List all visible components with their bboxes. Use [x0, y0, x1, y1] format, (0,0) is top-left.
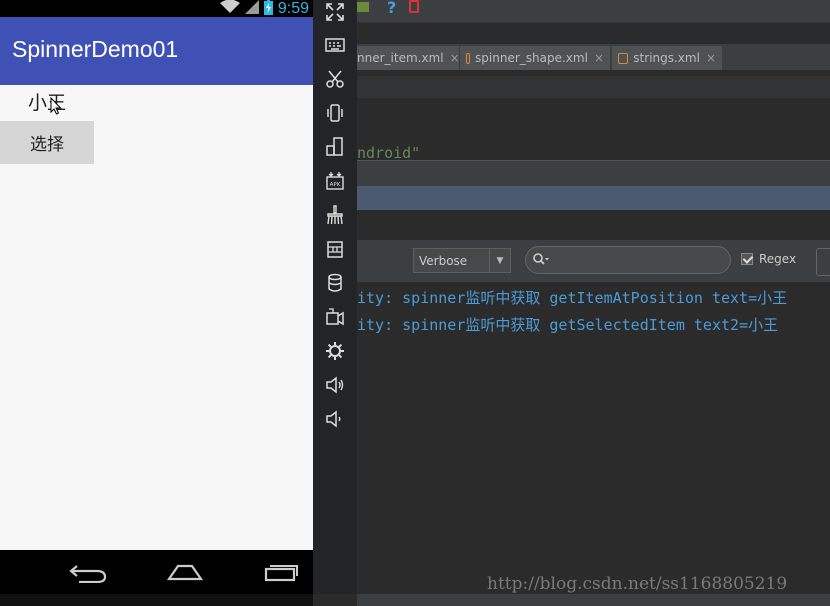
status-time: 9:59 [277, 0, 309, 17]
logcat-output[interactable]: ity: spinner监听中获取 getItemAtPosition text… [357, 282, 830, 594]
app-bar: SpinnerDemo01 [0, 17, 313, 85]
help-icon[interactable]: ? [387, 0, 396, 17]
battery-icon [263, 0, 273, 18]
regex-toggle[interactable]: Regex [741, 252, 796, 266]
xml-file-icon [618, 52, 629, 64]
editor-tabs: nner_item.xml × spinner_shape.xml × stri… [357, 44, 830, 70]
logcat-toolbar: Verbose ▼ Regex [357, 240, 830, 282]
regex-checkbox[interactable] [741, 253, 753, 265]
log-line: ity: spinner监听中获取 getSelectedItem text2=… [357, 316, 779, 334]
usb-icon[interactable] [323, 237, 347, 261]
storage-icon[interactable] [323, 271, 347, 295]
regex-label: Regex [759, 252, 797, 266]
svg-text:APK: APK [330, 182, 341, 188]
search-icon [532, 252, 550, 268]
apk-install-icon[interactable]: APK [323, 169, 347, 193]
keyboard-icon[interactable] [323, 33, 347, 57]
signal-icon [244, 0, 259, 17]
camera-icon[interactable] [323, 305, 347, 329]
logcat-filter-select[interactable] [816, 248, 830, 276]
tab-spinner-shape-xml[interactable]: spinner_shape.xml × [460, 46, 610, 70]
rotate-icon[interactable] [323, 135, 347, 159]
tab-label: strings.xml [633, 51, 700, 65]
close-icon[interactable]: × [706, 51, 716, 65]
watermark: http://blog.csdn.net/ss1168805219 [487, 574, 788, 594]
android-monitor-header [357, 160, 830, 187]
clean-icon[interactable] [323, 203, 347, 227]
chevron-down-icon[interactable]: ▼ [489, 249, 510, 272]
log-line: ity: spinner监听中获取 getItemAtPosition text… [357, 289, 788, 307]
status-bar: 9:59 [0, 0, 313, 17]
emulator-screen: 9:59 SpinnerDemo01 小王 选择 [0, 0, 313, 606]
ide-status-bar [357, 594, 830, 606]
volume-down-icon[interactable] [323, 407, 347, 431]
fullscreen-icon[interactable] [323, 0, 347, 24]
tab-label: nner_item.xml [357, 51, 444, 65]
ide-toolbar: ? [357, 0, 830, 23]
select-button[interactable]: 选择 [0, 121, 94, 164]
app-content: 小王 选择 [0, 85, 313, 550]
settings-icon[interactable] [323, 339, 347, 363]
xml-file-icon [466, 52, 471, 64]
log-level-select[interactable]: Verbose ▼ [413, 248, 511, 273]
code-editor[interactable]: ndroid" [357, 70, 830, 162]
mouse-cursor-icon [50, 96, 62, 115]
vibrate-icon[interactable] [323, 101, 347, 125]
wifi-icon [219, 0, 240, 17]
emulator-toolbar: APK [313, 0, 357, 594]
volume-up-icon[interactable] [323, 373, 347, 397]
editor-breadcrumb [357, 76, 830, 98]
scissors-icon[interactable] [323, 67, 347, 91]
tab-strings-xml[interactable]: strings.xml × [612, 46, 722, 70]
app-title: SpinnerDemo01 [12, 36, 179, 62]
navigation-bar [0, 550, 313, 594]
tab-label: spinner_shape.xml [475, 51, 588, 65]
logcat-search-input[interactable] [525, 246, 731, 274]
device-monitor-icon[interactable] [409, 0, 419, 13]
tab-spinner-item-xml[interactable]: nner_item.xml × [357, 46, 460, 70]
recent-apps-icon[interactable] [257, 558, 305, 586]
home-icon[interactable] [161, 558, 209, 586]
emulator-frame-bottom [0, 594, 313, 606]
ide-window: ? nner_item.xml × spinner_shape.xml × st… [357, 0, 830, 606]
close-icon[interactable]: × [450, 51, 460, 65]
device-selector-row[interactable] [357, 186, 830, 210]
close-icon[interactable]: × [594, 51, 604, 65]
sdk-manager-icon[interactable] [357, 2, 369, 12]
log-level-value: Verbose [419, 253, 468, 268]
back-icon[interactable] [64, 558, 112, 586]
